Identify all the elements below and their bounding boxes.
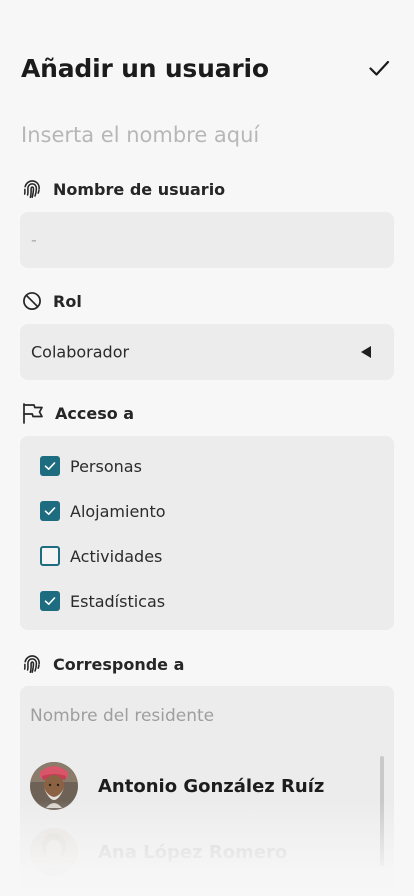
- username-value: -: [31, 230, 37, 250]
- avatar: [30, 828, 78, 876]
- scrollbar[interactable]: [380, 756, 384, 866]
- name-input[interactable]: [21, 118, 391, 152]
- access-item-label: Estadísticas: [70, 591, 166, 611]
- flag-icon: [23, 403, 43, 424]
- resident-name: Ana López Romero: [98, 841, 288, 863]
- resident-item[interactable]: Antonio González Ruíz: [30, 762, 324, 810]
- access-item-actividades[interactable]: Actividades: [40, 546, 162, 566]
- access-item-label: Alojamiento: [70, 501, 166, 521]
- access-item-label: Personas: [70, 456, 142, 476]
- checkbox-checked[interactable]: [40, 591, 60, 611]
- resident-search-input[interactable]: [30, 704, 370, 728]
- access-item-personas[interactable]: Personas: [40, 456, 142, 476]
- fingerprint-icon: [23, 655, 40, 674]
- role-label-text: Rol: [53, 291, 82, 311]
- resident-picker: Antonio González Ruíz Ana López Romero: [20, 686, 394, 896]
- access-label: Acceso a: [21, 402, 134, 424]
- corresponds-label-text: Corresponde a: [53, 654, 185, 674]
- checkbox-checked[interactable]: [40, 501, 60, 521]
- avatar: [30, 762, 78, 810]
- access-item-estadisticas[interactable]: Estadísticas: [40, 591, 165, 611]
- username-field[interactable]: -: [20, 212, 394, 268]
- checkbox-unchecked[interactable]: [40, 546, 60, 566]
- checkbox-checked[interactable]: [40, 456, 60, 476]
- access-item-label: Actividades: [70, 546, 163, 566]
- checkmark-icon: [369, 60, 390, 76]
- page-title: Añadir un usuario: [21, 53, 269, 83]
- checkmark-icon: [44, 507, 56, 515]
- access-item-alojamiento[interactable]: Alojamiento: [40, 501, 166, 521]
- username-label-text: Nombre de usuario: [53, 179, 226, 199]
- role-value: Colaborador: [31, 342, 130, 362]
- resident-item[interactable]: Ana López Romero: [30, 828, 287, 876]
- fingerprint-icon: [23, 180, 40, 199]
- triangle-left-icon[interactable]: [360, 345, 372, 359]
- checkmark-icon: [44, 597, 56, 605]
- role-select[interactable]: Colaborador: [20, 324, 394, 380]
- corresponds-label: Corresponde a: [21, 653, 184, 675]
- confirm-button[interactable]: [365, 54, 393, 82]
- role-label: Rol: [21, 290, 82, 312]
- header: Añadir un usuario: [21, 52, 393, 84]
- resident-name: Antonio González Ruíz: [98, 775, 325, 797]
- checkmark-icon: [44, 462, 56, 470]
- access-label-text: Acceso a: [55, 403, 135, 423]
- access-list: Personas Alojamiento Actividades Estadís…: [20, 436, 394, 630]
- prohibited-icon: [23, 292, 41, 310]
- username-label: Nombre de usuario: [21, 178, 225, 200]
